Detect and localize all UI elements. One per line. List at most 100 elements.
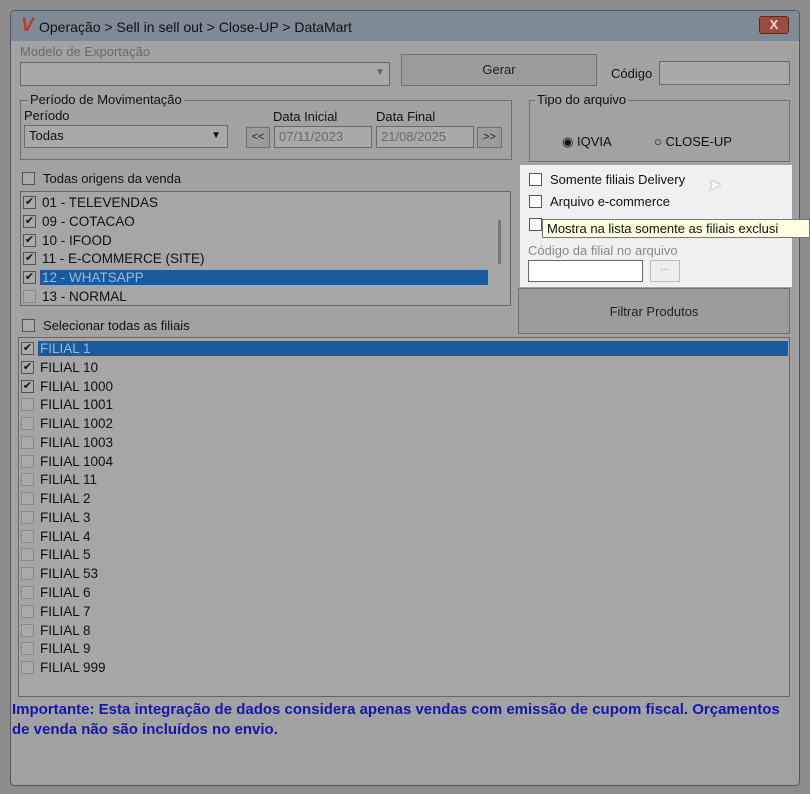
list-item[interactable]: FILIAL 2: [21, 489, 93, 508]
list-item[interactable]: FILIAL 4: [21, 527, 93, 546]
list-item[interactable]: ✔ FILIAL 1000: [21, 377, 115, 396]
item-checkbox[interactable]: [21, 435, 34, 449]
item-checkbox[interactable]: ✔: [21, 360, 34, 374]
item-label: FILIAL 1001: [40, 397, 114, 413]
item-label: FILIAL 2: [40, 491, 91, 507]
list-item[interactable]: 13 - NORMAL: [23, 287, 129, 306]
next-date-button[interactable]: >>: [477, 127, 502, 148]
list-item[interactable]: FILIAL 7: [21, 602, 93, 621]
browse-button[interactable]: ...: [650, 260, 680, 282]
item-checkbox[interactable]: [21, 604, 34, 618]
item-label: 09 - COTACAO: [42, 213, 135, 229]
list-item[interactable]: FILIAL 11: [21, 470, 99, 489]
item-label: 13 - NORMAL: [42, 289, 127, 304]
item-checkbox[interactable]: ✔: [23, 196, 36, 209]
file-type-group: [529, 100, 790, 162]
item-checkbox[interactable]: [21, 661, 34, 675]
mouse-cursor-icon: ➤: [708, 177, 722, 194]
item-checkbox[interactable]: [21, 492, 34, 506]
item-checkbox[interactable]: [21, 510, 34, 524]
start-date-label: Data Inicial: [273, 109, 338, 124]
item-checkbox[interactable]: ✔: [21, 342, 34, 355]
code-input[interactable]: [659, 61, 790, 85]
list-item[interactable]: ✔ 11 - E-COMMERCE (SITE): [23, 249, 207, 268]
delivery-checkbox[interactable]: [529, 173, 542, 186]
period-value: Todas: [29, 128, 64, 143]
filter-products-button[interactable]: Filtrar Produtos: [518, 288, 790, 334]
item-checkbox[interactable]: [21, 586, 34, 599]
item-label: FILIAL 1000: [40, 378, 114, 394]
list-item[interactable]: FILIAL 999: [21, 658, 108, 677]
item-checkbox[interactable]: [23, 290, 36, 303]
exclusive-branches-checkbox[interactable]: [529, 218, 542, 231]
list-item[interactable]: FILIAL 3: [21, 508, 93, 527]
radio-iqvia[interactable]: ◉ IQVIA: [562, 134, 612, 150]
branch-code-input[interactable]: [528, 260, 643, 282]
list-item[interactable]: FILIAL 9: [21, 639, 93, 658]
item-label: 10 - IFOOD: [42, 232, 112, 248]
item-label: 12 - WHATSAPP: [40, 270, 488, 286]
app-logo-icon: V: [21, 15, 34, 36]
list-item[interactable]: ✔ 12 - WHATSAPP: [23, 268, 488, 287]
list-item[interactable]: FILIAL 5: [21, 545, 93, 564]
item-checkbox[interactable]: ✔: [23, 271, 36, 285]
branches-list[interactable]: ✔ FILIAL 1 ✔ FILIAL 10 ✔ FILIAL 1000 FILIAL 10…: [18, 337, 790, 697]
generate-button[interactable]: Gerar: [401, 54, 597, 86]
start-date-input[interactable]: 07/11/2023: [274, 126, 372, 148]
list-item[interactable]: FILIAL 1004: [21, 452, 115, 471]
export-model-label: Modelo de Exportação: [20, 44, 151, 59]
list-item[interactable]: FILIAL 1001: [21, 395, 115, 414]
list-item[interactable]: FILIAL 1003: [21, 433, 115, 452]
all-branches-checkbox[interactable]: [22, 319, 35, 332]
list-item[interactable]: FILIAL 1002: [21, 414, 115, 433]
item-label: FILIAL 11: [40, 472, 98, 488]
item-label: FILIAL 1003: [40, 434, 114, 450]
all-origins-label: Todas origens da venda: [43, 171, 182, 186]
item-checkbox[interactable]: [21, 642, 34, 656]
item-checkbox[interactable]: [21, 417, 34, 431]
item-checkbox[interactable]: [21, 567, 34, 581]
export-model-select[interactable]: ▼: [20, 62, 390, 86]
list-item[interactable]: ✔ 01 - TELEVENDAS: [23, 193, 160, 212]
period-group-label: Período de Movimentação: [28, 92, 184, 107]
origins-list[interactable]: ✔ 01 - TELEVENDAS ✔ 09 - COTACAO ✔ 10 - IFOOD…: [20, 191, 511, 306]
scrollbar-thumb[interactable]: [498, 220, 501, 264]
item-label: FILIAL 6: [40, 585, 91, 600]
list-item[interactable]: ✔ 09 - COTACAO: [23, 212, 137, 231]
item-checkbox[interactable]: ✔: [23, 233, 36, 247]
item-checkbox[interactable]: ✔: [21, 379, 34, 393]
end-date-input[interactable]: 21/08/2025: [376, 126, 474, 148]
item-label: FILIAL 4: [40, 528, 91, 544]
ecommerce-checkbox[interactable]: [529, 195, 542, 208]
item-label: FILIAL 1002: [40, 416, 114, 432]
item-label: FILIAL 999: [40, 660, 106, 676]
item-checkbox[interactable]: [21, 529, 34, 543]
item-checkbox[interactable]: [21, 473, 34, 487]
item-label: FILIAL 8: [40, 622, 91, 638]
item-checkbox[interactable]: [21, 454, 34, 468]
item-label: 01 - TELEVENDAS: [42, 195, 159, 210]
item-checkbox[interactable]: [21, 548, 34, 562]
list-item[interactable]: FILIAL 8: [21, 621, 93, 640]
all-origins-checkbox[interactable]: [22, 172, 35, 185]
list-item[interactable]: FILIAL 6: [21, 583, 93, 602]
period-select[interactable]: Todas ▼: [24, 125, 228, 148]
list-item[interactable]: ✔ FILIAL 10: [21, 358, 100, 377]
window-title: Operação > Sell in sell out > Close-UP >…: [39, 19, 352, 35]
item-label: FILIAL 1004: [40, 453, 114, 469]
item-checkbox[interactable]: [21, 398, 34, 412]
list-item[interactable]: ✔ 10 - IFOOD: [23, 231, 114, 250]
radio-close-up[interactable]: ○ CLOSE-UP: [654, 134, 732, 149]
list-item[interactable]: FILIAL 53: [21, 564, 100, 583]
list-item[interactable]: ✔ FILIAL 1: [21, 339, 788, 358]
radio-close-up-label: CLOSE-UP: [665, 134, 732, 149]
item-checkbox[interactable]: ✔: [23, 252, 36, 266]
radio-iqvia-label: IQVIA: [576, 134, 612, 149]
item-label: FILIAL 1: [38, 341, 788, 356]
close-button[interactable]: X: [759, 16, 789, 34]
previous-date-button[interactable]: <<: [246, 127, 270, 148]
item-checkbox[interactable]: ✔: [23, 214, 36, 228]
item-checkbox[interactable]: [21, 623, 34, 637]
item-label: FILIAL 9: [40, 641, 91, 657]
period-label: Período: [24, 108, 70, 123]
